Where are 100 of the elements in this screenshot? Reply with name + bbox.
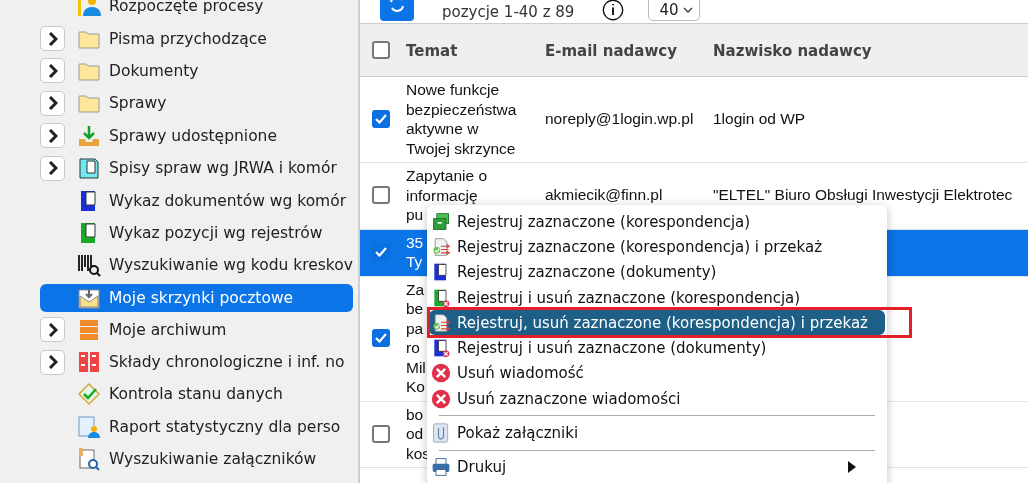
subject-text: Nowe funkcje (406, 80, 500, 100)
sidebar-item[interactable]: Sprawy udostępnione (40, 119, 353, 152)
expand-button[interactable] (40, 26, 65, 52)
sidebar-item-label: Kontrola stanu danych (109, 385, 283, 404)
menu-item[interactable]: Rejestruj i usuń zaznaczone (korespondencja) (429, 284, 885, 311)
chevron-right-icon (47, 63, 58, 78)
subject-text: Ko (406, 377, 425, 397)
expand-button[interactable] (40, 349, 65, 375)
barcode-search-icon (77, 253, 101, 278)
subject-text: be (406, 299, 424, 319)
sidebar-item-label: Sprawy (109, 94, 167, 113)
document-delete-icon (431, 287, 451, 308)
sidebar-item-label: Dokumenty (109, 61, 199, 80)
expand-button[interactable] (40, 317, 65, 343)
sidebar-item[interactable]: Moje skrzynki pocztowe (40, 283, 353, 312)
subject-text: Ty (406, 252, 423, 272)
download-tray-icon (77, 123, 101, 148)
expand-button[interactable] (40, 58, 65, 84)
menu-item[interactable]: Rejestruj, usuń zaznaczone (korespondencja) i przekaż (429, 310, 885, 336)
menu-item[interactable]: Rejestruj zaznaczone (dokumenty) (429, 259, 885, 285)
sidebar-item[interactable]: Wyszukiwanie załączników (40, 443, 353, 476)
sidebar-item[interactable]: Składy chronologiczne i inf. no (40, 345, 353, 379)
row-checkbox[interactable] (372, 243, 390, 261)
sidebar-item-label: Wyszukiwanie załączników (109, 450, 317, 469)
sidebar-item-label: Rozpoczęte procesy (109, 0, 264, 16)
sidebar-item[interactable]: Rozpoczęte procesy (40, 0, 353, 23)
sidebar-item-label: Sprawy udostępnione (109, 126, 277, 145)
sidebar-item[interactable]: Raport statystyczny dla perso (40, 410, 353, 444)
column-header[interactable]: E-mail nadawcy (545, 41, 677, 60)
subject-text: Mil (406, 357, 426, 377)
row-checkbox[interactable] (372, 110, 390, 128)
sidebar-item-label: Składy chronologiczne i inf. no (109, 353, 345, 372)
sidebar-item[interactable]: Moje archiwum (40, 313, 353, 346)
subject-text: Zapytanie o (406, 166, 487, 186)
sidebar-item-label: Moje skrzynki pocztowe (109, 288, 294, 307)
chevron-right-icon (47, 161, 58, 176)
subject-text: ro (406, 338, 420, 358)
sidebar-item[interactable]: Pisma przychodzące (40, 22, 353, 55)
sidebar-item-label: Raport statystyczny dla perso (109, 417, 341, 436)
menu-item[interactable]: Usuń wiadomość (429, 360, 885, 387)
drawer-cabinet-icon (77, 317, 101, 342)
subject-text: pu (406, 205, 424, 225)
info-icon[interactable] (602, 0, 625, 21)
sidebar-item-label: Pisma przychodzące (109, 29, 267, 48)
sender-name: 1login od WP (713, 110, 806, 127)
menu-item[interactable]: Drukuj (429, 454, 885, 480)
delete-icon (431, 388, 451, 409)
stacked-boxes-icon (431, 211, 451, 232)
document-delete-icon (431, 338, 451, 359)
menu-item[interactable]: Rejestruj zaznaczone (korespondencja) (429, 209, 885, 235)
subject-text: Za (406, 279, 425, 299)
binder-icon (77, 156, 101, 181)
paperclip-icon (431, 423, 451, 443)
chevron-right-icon (47, 31, 58, 46)
subject-text: od (406, 424, 424, 444)
report-person-icon (77, 414, 101, 439)
chevron-down-icon (682, 6, 693, 14)
sidebar-item-label: Moje archiwum (109, 320, 227, 339)
menu-item[interactable]: Rejestruj zaznaczone (korespondencja) i przekaż (429, 234, 885, 260)
menu-item[interactable]: Rejestruj i usuń zaznaczone (dokumenty) (429, 335, 885, 361)
subject-text: aktywne w (406, 119, 479, 139)
chevron-right-icon (47, 96, 58, 111)
check-diamond-icon (77, 382, 101, 407)
page-size-select[interactable]: 40 (648, 0, 700, 21)
chevron-right-icon (47, 128, 58, 143)
menu-item[interactable]: Usuń zaznaczone wiadomości (429, 386, 885, 412)
expand-button[interactable] (40, 123, 65, 149)
chevron-right-icon (47, 322, 58, 337)
item-range-text: pozycje 1-40 z 89 (442, 3, 575, 21)
select-all-checkbox[interactable] (372, 41, 390, 59)
subject-text: informację (406, 185, 478, 205)
column-header[interactable]: Temat (406, 41, 458, 60)
sidebar-item[interactable]: Wykaz dokumentów wg komór (40, 184, 353, 217)
sidebar-item-label: Wykaz pozycji wg rejestrów (109, 223, 323, 242)
chevron-right-icon (47, 355, 58, 370)
column-header[interactable]: Nazwisko nadawcy (713, 41, 872, 60)
document-check-arrow-icon (431, 312, 451, 333)
expand-button[interactable] (40, 90, 65, 116)
email-text: noreply@1login.wp.pl (545, 110, 694, 127)
subject-text: 35 (406, 232, 424, 252)
sidebar-item[interactable]: Sprawy (40, 87, 353, 120)
document-search-icon (77, 447, 101, 472)
sidebar-item[interactable]: Kontrola stanu danych (40, 378, 353, 411)
sidebar-item[interactable]: Wyszukiwanie wg kodu kreskov (40, 249, 353, 282)
sender-name: "ELTEL" Biuro Obsługi Inwestycji Elektrotec (713, 186, 1013, 204)
sidebar-item[interactable]: Dokumenty (40, 54, 353, 88)
printer-icon (431, 457, 451, 478)
menu-item[interactable]: Pokaż załączniki (429, 420, 885, 446)
subject-text: Twojej skrzynce (406, 138, 516, 158)
storage-boxes-icon (77, 350, 101, 375)
email-text: akmiecik@finn.pl (545, 186, 663, 204)
row-checkbox[interactable] (372, 329, 390, 347)
sidebar-item[interactable]: Spisy spraw wg JRWA i komór (40, 151, 353, 185)
sidebar-item-label: Wyszukiwanie wg kodu kreskov (109, 256, 353, 275)
subject-text: pa (406, 318, 424, 338)
subject-text: bezpieczeństwa (406, 99, 517, 119)
expand-button[interactable] (40, 155, 65, 181)
sidebar-item[interactable]: Wykaz pozycji wg rejestrów (40, 216, 353, 250)
row-checkbox[interactable] (372, 186, 390, 205)
row-checkbox[interactable] (372, 424, 390, 443)
